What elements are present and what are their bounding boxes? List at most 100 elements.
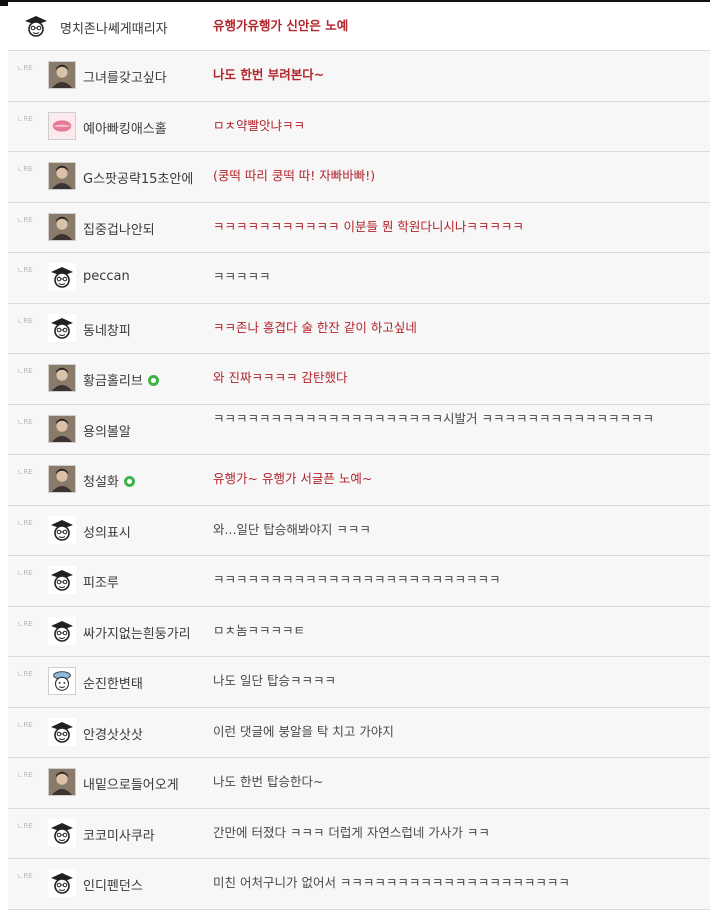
nickname-text[interactable]: 순진한변태 bbox=[83, 677, 143, 692]
nickname-text[interactable]: 인디펜던스 bbox=[83, 879, 143, 894]
reply-marker: ㄴRE bbox=[17, 165, 33, 173]
comment-row: ㄴRE 내밑으로들어오게 나도 한번 탑승한다~ bbox=[8, 758, 710, 809]
comment-text: 나도 한번 부려본다~ bbox=[213, 67, 325, 82]
nickname-text[interactable]: 황금홀리브 bbox=[83, 374, 143, 389]
comment-row: ㄴRE 황금홀리브 와 진짜ㅋㅋㅋㅋ 감탄했다 bbox=[8, 354, 710, 405]
nickname-text[interactable]: 집중겁나안되 bbox=[83, 223, 155, 238]
comment-text: ㅁㅊ약빨앗냐ㅋㅋ bbox=[213, 117, 306, 133]
nickname[interactable]: 내밑으로들어오게 bbox=[83, 774, 179, 793]
reply-marker: ㄴRE bbox=[17, 619, 33, 628]
comment-row: ㄴRE 청설화 유행가~ 유행가 서글픈 노예~ bbox=[8, 455, 710, 506]
nickname-text[interactable]: 명치존나쎄게때리자 bbox=[60, 22, 168, 37]
photo-avatar-icon[interactable] bbox=[48, 768, 76, 796]
reply-marker: ㄴRE bbox=[17, 518, 33, 527]
reply-marker: ㄴRE bbox=[17, 771, 33, 779]
photo-avatar-icon[interactable] bbox=[48, 162, 76, 190]
reply-marker: ㄴRE bbox=[17, 64, 33, 72]
default-avatar-icon[interactable] bbox=[48, 616, 76, 645]
photo-avatar-icon[interactable] bbox=[48, 414, 76, 443]
reply-marker: ㄴRE bbox=[17, 316, 33, 325]
online-badge-icon bbox=[123, 476, 135, 487]
comment-text: 미친 어처구니가 없어서 ㅋㅋㅋㅋㅋㅋㅋㅋㅋㅋㅋㅋㅋㅋㅋㅋㅋㅋㅋㅋ bbox=[213, 875, 570, 890]
nickname[interactable]: 용의볼알 bbox=[83, 421, 131, 440]
nickname-text[interactable]: 용의볼알 bbox=[83, 425, 131, 440]
nickname[interactable]: 성의표시 bbox=[83, 522, 131, 541]
nickname-text[interactable]: 코코미사쿠라 bbox=[83, 829, 155, 844]
comment-row: ㄴRE G스팟공략15초안에 (쿵떡 따리 쿵떡 따! 자빠바빠!) bbox=[8, 152, 710, 203]
nickname[interactable]: 예아빠킹애스홀 bbox=[83, 118, 167, 137]
nickname[interactable]: 집중겁나안되 bbox=[83, 219, 155, 238]
comment-row: ㄴRE 코코미사쿠라 간만에 터졌다 ㅋㅋㅋ 더럽게 자연스럽네 가사가 ㅋㅋ bbox=[8, 808, 710, 859]
default-avatar-icon[interactable] bbox=[22, 12, 50, 40]
nickname[interactable]: G스팟공략15초안에 bbox=[83, 168, 193, 187]
comment-row: ㄴRE 성의표시 와...일단 탑승해봐야지 ㅋㅋㅋ bbox=[8, 505, 710, 556]
photo-avatar-icon[interactable] bbox=[48, 212, 76, 241]
lips-avatar-icon[interactable] bbox=[48, 111, 76, 140]
nickname[interactable]: 피조루 bbox=[83, 572, 119, 591]
nickname[interactable]: 순진한변태 bbox=[83, 673, 143, 692]
comment-text: ㅋㅋㅋㅋㅋ bbox=[213, 269, 271, 284]
comment-text: 와...일단 탑승해봐야지 ㅋㅋㅋ bbox=[213, 521, 371, 537]
reply-marker: ㄴRE bbox=[17, 720, 33, 729]
nickname-text[interactable]: 예아빠킹애스홀 bbox=[83, 122, 167, 137]
reply-marker: ㄴRE bbox=[17, 821, 33, 830]
default-avatar-icon[interactable] bbox=[48, 869, 76, 897]
reply-marker: ㄴRE bbox=[17, 367, 33, 375]
default-avatar-icon[interactable] bbox=[48, 313, 76, 342]
default-avatar-icon[interactable] bbox=[48, 566, 76, 594]
nickname-text[interactable]: 내밑으로들어오게 bbox=[83, 778, 179, 793]
nickname[interactable]: 명치존나쎄게때리자 bbox=[60, 18, 168, 37]
reply-marker: ㄴRE bbox=[17, 670, 33, 678]
comment-row: ㄴRE 순진한변태 나도 일단 탑승ㅋㅋㅋㅋ bbox=[8, 657, 710, 708]
nickname-text[interactable]: 싸가지없는흰둥가리 bbox=[83, 627, 191, 642]
nickname-text[interactable]: 피조루 bbox=[83, 576, 119, 591]
cartoon-avatar-icon[interactable] bbox=[48, 667, 76, 695]
default-avatar-icon[interactable] bbox=[48, 818, 76, 847]
comment-row: ㄴRE 피조루 ㅋㅋㅋㅋㅋㅋㅋㅋㅋㅋㅋㅋㅋㅋㅋㅋㅋㅋㅋㅋㅋㅋㅋㅋㅋ bbox=[8, 556, 710, 607]
photo-avatar-icon[interactable] bbox=[48, 61, 76, 89]
reply-marker: ㄴRE bbox=[17, 266, 33, 274]
reply-marker: ㄴRE bbox=[17, 569, 33, 577]
comment-text: ㅋㅋㅋㅋㅋㅋㅋㅋㅋㅋㅋㅋㅋㅋㅋㅋㅋㅋㅋㅋㅋㅋㅋㅋㅋ bbox=[213, 572, 501, 587]
reply-marker: ㄴRE bbox=[17, 114, 33, 123]
comment-text: ㅋㅋ존나 흥겹다 술 한잔 같이 하고싶네 bbox=[213, 319, 417, 335]
comment-row: ㄴRE 예아빠킹애스홀 ㅁㅊ약빨앗냐ㅋㅋ bbox=[8, 101, 710, 152]
comment-row: ㄴRE 집중겁나안되 ㅋㅋㅋㅋㅋㅋㅋㅋㅋㅋㅋ 이분들 뭔 학원다니시나ㅋㅋㅋㅋㅋ bbox=[8, 202, 710, 253]
nickname[interactable]: 동네창피 bbox=[83, 320, 131, 339]
comment-text: (쿵떡 따리 쿵떡 따! 자빠바빠!) bbox=[213, 168, 376, 183]
reply-marker: ㄴRE bbox=[17, 215, 33, 224]
nickname[interactable]: 코코미사쿠라 bbox=[83, 825, 155, 844]
nickname[interactable]: 안경삿삿삿 bbox=[83, 724, 143, 743]
photo-avatar-icon[interactable] bbox=[48, 465, 76, 493]
comment-row: ㄴRE 안경삿삿삿 이런 댓글에 붕알을 탁 치고 가야지 bbox=[8, 707, 710, 758]
comment-row: ㄴRE 용의볼알 ㅋㅋㅋㅋㅋㅋㅋㅋㅋㅋㅋㅋㅋㅋㅋㅋㅋㅋㅋㅋ시발거 ㅋㅋㅋㅋㅋㅋㅋ… bbox=[8, 404, 710, 455]
nickname[interactable]: 인디펜던스 bbox=[83, 875, 143, 894]
nickname-text[interactable]: 동네창피 bbox=[83, 324, 131, 339]
nickname[interactable]: 그녀를갖고싶다 bbox=[83, 67, 167, 86]
default-avatar-icon[interactable] bbox=[48, 515, 76, 544]
default-avatar-icon[interactable] bbox=[48, 717, 76, 746]
default-avatar-icon[interactable] bbox=[48, 263, 76, 291]
nickname[interactable]: peccan bbox=[83, 269, 130, 284]
comment-text: ㅋㅋㅋㅋㅋㅋㅋㅋㅋㅋㅋ 이분들 뭔 학원다니시나ㅋㅋㅋㅋㅋ bbox=[213, 218, 524, 234]
nickname-text[interactable]: 안경삿삿삿 bbox=[83, 728, 143, 743]
comment-row: ㄴRE 싸가지없는흰둥가리 ㅁㅊ놈ㅋㅋㅋㅋㅌ bbox=[8, 606, 710, 657]
comment-text: ㅋㅋㅋㅋㅋㅋㅋㅋㅋㅋㅋㅋㅋㅋㅋㅋㅋㅋㅋㅋ시발거 ㅋㅋㅋㅋㅋㅋㅋㅋㅋㅋㅋㅋㅋㅋㅋ bbox=[213, 410, 654, 426]
photo-avatar-icon[interactable] bbox=[48, 364, 76, 392]
comment-text: 이런 댓글에 붕알을 탁 치고 가야지 bbox=[213, 723, 394, 739]
nickname[interactable]: 황금홀리브 bbox=[83, 370, 159, 389]
comment-text: 와 진짜ㅋㅋㅋㅋ 감탄했다 bbox=[213, 370, 348, 385]
comment-row: ㄴRE peccan ㅋㅋㅋㅋㅋ bbox=[8, 253, 710, 304]
nickname[interactable]: 싸가지없는흰둥가리 bbox=[83, 623, 191, 642]
comment-text: 나도 한번 탑승한다~ bbox=[213, 774, 324, 789]
nickname-text[interactable]: 그녀를갖고싶다 bbox=[83, 71, 167, 86]
comment-text: 나도 일단 탑승ㅋㅋㅋㅋ bbox=[213, 673, 336, 688]
nickname[interactable]: 청설화 bbox=[83, 471, 135, 490]
nickname-text[interactable]: 청설화 bbox=[83, 475, 119, 490]
nickname-text[interactable]: peccan bbox=[83, 269, 130, 284]
nickname-text[interactable]: G스팟공략15초안에 bbox=[83, 172, 193, 187]
reply-marker: ㄴRE bbox=[17, 872, 33, 880]
comment-row: ㄴRE 그녀를갖고싶다 나도 한번 부려본다~ bbox=[8, 51, 710, 102]
nickname-text[interactable]: 성의표시 bbox=[83, 526, 131, 541]
comment-text: 유행가유행가 신안은 노예 bbox=[213, 18, 349, 33]
